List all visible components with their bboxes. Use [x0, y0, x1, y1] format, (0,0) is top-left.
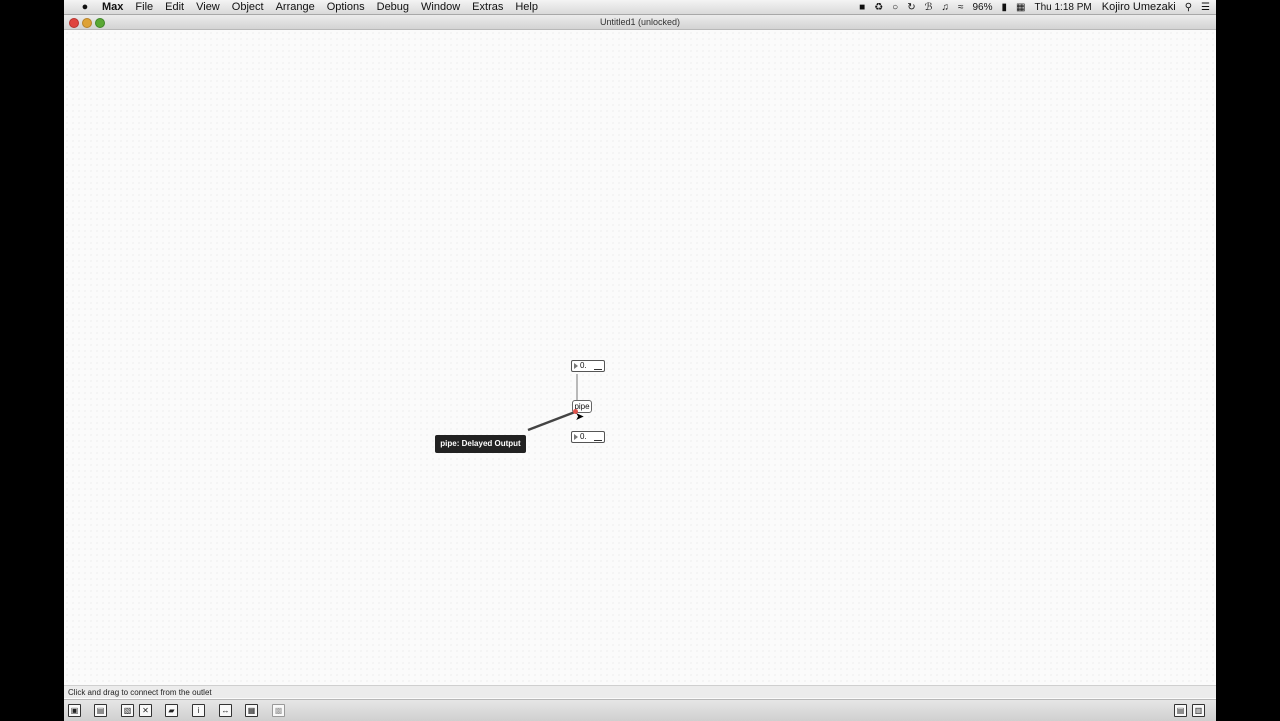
- battery-icon: ▮: [1001, 1, 1008, 13]
- patcher-window: Untitled1 (unlocked) 0. pipe ➤ 0. pipe: …: [64, 15, 1216, 721]
- number-box-top[interactable]: 0.: [571, 360, 605, 372]
- menu-window[interactable]: Window: [421, 1, 460, 13]
- outlet-tooltip: pipe: Delayed Output: [435, 435, 526, 453]
- sync-icon[interactable]: ♻: [874, 2, 883, 13]
- menu-edit[interactable]: Edit: [165, 1, 184, 13]
- wifi-icon[interactable]: ≈: [958, 2, 964, 13]
- status-text: Click and drag to connect from the outle…: [68, 688, 212, 697]
- status-bar: Click and drag to connect from the outle…: [64, 685, 1216, 698]
- title-bar[interactable]: Untitled1 (unlocked): [64, 15, 1216, 30]
- minimize-button[interactable]: [82, 18, 92, 28]
- menu-file[interactable]: File: [135, 1, 153, 13]
- split-horizontal-icon[interactable]: ▤: [1174, 704, 1187, 717]
- app-menu[interactable]: Max: [102, 1, 123, 13]
- number-box-bottom[interactable]: 0.: [571, 431, 605, 443]
- debug-icon[interactable]: ▰: [165, 704, 178, 717]
- clear-icon[interactable]: ✕: [139, 704, 152, 717]
- number-box-triangle-icon: [574, 363, 578, 369]
- bluetooth-icon[interactable]: ℬ: [925, 2, 933, 13]
- volume-icon[interactable]: ♫: [941, 2, 949, 13]
- presentation-icon[interactable]: ▤: [94, 704, 107, 717]
- clock[interactable]: Thu 1:18 PM: [1034, 2, 1091, 13]
- new-object-icon[interactable]: ▧: [121, 704, 134, 717]
- menu-help[interactable]: Help: [515, 1, 538, 13]
- menu-view[interactable]: View: [196, 1, 220, 13]
- menu-object[interactable]: Object: [232, 1, 264, 13]
- number-box-value: 0.: [580, 432, 587, 441]
- zoom-button[interactable]: [95, 18, 105, 28]
- close-button[interactable]: [69, 18, 79, 28]
- user-name[interactable]: Kojiro Umezaki: [1102, 1, 1176, 13]
- time-machine-icon[interactable]: ↻: [907, 2, 915, 13]
- snap-icon[interactable]: ▩: [272, 704, 285, 717]
- keyboard-flag-icon[interactable]: ▦: [1016, 2, 1025, 13]
- patcher-canvas[interactable]: 0. pipe ➤ 0. pipe: Delayed Output: [64, 30, 1216, 685]
- split-vertical-icon[interactable]: ▥: [1192, 704, 1205, 717]
- menu-debug[interactable]: Debug: [377, 1, 409, 13]
- toggle-icon[interactable]: ↔: [219, 704, 232, 717]
- inspector-icon[interactable]: i: [192, 704, 205, 717]
- chat-icon[interactable]: ○: [892, 2, 898, 13]
- patch-cords: [527, 374, 578, 432]
- number-box-value: 0.: [580, 361, 587, 370]
- tooltip-pointer: [527, 410, 576, 432]
- spotlight-icon[interactable]: ⚲: [1185, 2, 1192, 13]
- window-title: Untitled1 (unlocked): [599, 17, 681, 27]
- status-menus: ■ ♻ ○ ↻ ℬ ♫ ≈ 96% ▮ ▦ Thu 1:18 PM Kojiro…: [850, 0, 1210, 14]
- menu-arrange[interactable]: Arrange: [276, 1, 315, 13]
- menu-extras[interactable]: Extras: [472, 1, 503, 13]
- bottom-toolbar: ▣ ▤ ▧ ✕ ▰ i ↔ ▦ ▩ ▤ ▥: [64, 699, 1216, 721]
- notification-center-icon[interactable]: ☰: [1201, 2, 1210, 13]
- lock-icon[interactable]: ▣: [68, 704, 81, 717]
- number-box-triangle-icon: [574, 434, 578, 440]
- menu-bar: ● Max File Edit View Object Arrange Opti…: [64, 0, 1216, 15]
- grid-icon[interactable]: ▦: [245, 704, 258, 717]
- apple-menu-icon[interactable]: ●: [78, 1, 92, 13]
- battery-percent[interactable]: 96%: [972, 2, 992, 13]
- menu-options[interactable]: Options: [327, 1, 365, 13]
- menu-extra-icon[interactable]: ■: [859, 2, 865, 13]
- pointer-cursor-icon: ➤: [575, 411, 585, 423]
